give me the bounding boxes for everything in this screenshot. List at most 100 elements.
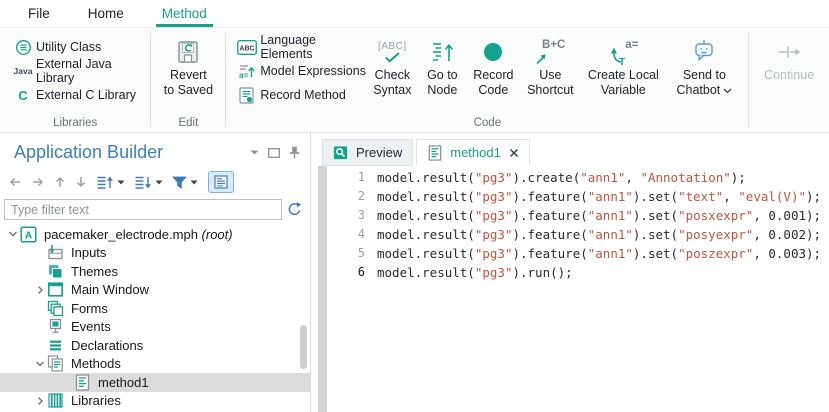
c-icon: C: [10, 88, 36, 103]
ribbon-group-libraries: Utility Class Java External Java Library…: [0, 28, 150, 132]
panel-menu-chevron-icon[interactable]: [250, 150, 259, 155]
chevron-down-icon[interactable]: [32, 359, 47, 369]
tree-item-label: Events: [71, 319, 111, 334]
record-method-button[interactable]: Record Method: [234, 83, 366, 107]
model-expressions-button[interactable]: a= Model Expressions: [234, 59, 366, 83]
chevron-right-icon[interactable]: [32, 396, 47, 406]
tab-file[interactable]: File: [24, 0, 54, 27]
libraries-icon: [47, 392, 64, 409]
editor-tab-bar: Preview method1: [312, 133, 829, 166]
check-syntax-label1: Check: [375, 68, 410, 83]
collapse-all-button[interactable]: [134, 172, 152, 192]
tree-item-themes[interactable]: Themes: [0, 262, 310, 281]
sidebar-scrollbar-thumb[interactable]: [300, 325, 307, 369]
move-up-icon[interactable]: [54, 172, 66, 192]
back-arrow-icon[interactable]: [8, 172, 22, 192]
tree-item-declarations[interactable]: Declarations: [0, 336, 310, 355]
application-builder-panel: Application Builder: [0, 133, 311, 412]
method-doc-icon: [74, 374, 91, 391]
create-local-variable-label2: Variable: [601, 83, 646, 98]
events-icon: [47, 318, 64, 335]
language-elements-icon: ABC: [234, 40, 260, 55]
declarations-icon: [47, 337, 64, 354]
code-line-6[interactable]: 6model.result("pg3").run();: [327, 263, 829, 282]
float-window-icon[interactable]: [268, 148, 280, 158]
utility-class-button[interactable]: Utility Class: [10, 35, 150, 59]
tab-preview[interactable]: Preview: [322, 139, 413, 166]
tree-item-methods[interactable]: Methods: [0, 355, 310, 374]
language-elements-label: Language Elements: [260, 33, 366, 61]
external-java-library-button[interactable]: Java External Java Library: [10, 59, 150, 83]
forward-arrow-icon[interactable]: [31, 172, 45, 192]
use-shortcut-icon: B+C: [534, 35, 566, 68]
record-code-label2: Code: [478, 83, 508, 98]
method-doc-icon: [427, 144, 444, 161]
line-number: 1: [327, 168, 377, 187]
create-local-variable-icon: a=T: [607, 35, 639, 68]
model-expressions-icon: a=: [234, 63, 260, 80]
panel-toolbar: [0, 163, 310, 193]
external-c-library-button[interactable]: C External C Library: [10, 83, 150, 107]
tab-home[interactable]: Home: [84, 0, 128, 27]
tab-method1[interactable]: method1: [416, 139, 530, 166]
expand-all-button[interactable]: [96, 172, 114, 192]
code-line-5[interactable]: 5model.result("pg3").feature("ann1").set…: [327, 244, 829, 263]
expand-all-dropdown-icon[interactable]: [117, 172, 125, 192]
code-lines[interactable]: 1model.result("pg3").create("ann1", "Ann…: [327, 168, 829, 282]
filter-icon[interactable]: [172, 172, 187, 192]
tree-item-forms[interactable]: Forms: [0, 299, 310, 318]
code-line-1[interactable]: 1model.result("pg3").create("ann1", "Ann…: [327, 168, 829, 187]
refresh-icon[interactable]: [282, 202, 306, 217]
use-shortcut-label2: Shortcut: [527, 83, 574, 98]
chatbot-icon: [691, 35, 717, 68]
create-local-variable-label1: Create Local: [588, 68, 659, 83]
tree-item-inputs[interactable]: Inputs: [0, 244, 310, 263]
methods-icon: [47, 355, 64, 372]
pin-icon[interactable]: [289, 146, 300, 159]
code-line-2[interactable]: 2model.result("pg3").feature("ann1").set…: [327, 187, 829, 206]
language-elements-button[interactable]: ABC Language Elements: [234, 35, 366, 59]
filter-input[interactable]: [4, 199, 282, 220]
svg-text:a=: a=: [239, 71, 248, 80]
code-group-label: Code: [226, 117, 748, 129]
record-method-label: Record Method: [260, 88, 345, 102]
code-text: model.result("pg3").feature("ann1").set(…: [377, 206, 821, 225]
java-icon: Java: [10, 66, 36, 76]
line-number: 6: [327, 263, 377, 282]
line-number: 2: [327, 187, 377, 206]
revert-label-line1: Revert: [170, 68, 207, 83]
continue-button[interactable]: Continue: [764, 28, 814, 132]
tree-item-events[interactable]: Events: [0, 318, 310, 337]
tree-item-pacemaker-electrode-mph[interactable]: Apacemaker_electrode.mph (root): [0, 225, 310, 244]
send-to-chatbot-label2: Chatbot: [676, 83, 732, 98]
code-editor[interactable]: 1model.result("pg3").create("ann1", "Ann…: [312, 166, 829, 412]
code-text: model.result("pg3").feature("ann1").set(…: [377, 244, 821, 263]
app-root-icon: A: [20, 226, 37, 243]
chevron-right-icon[interactable]: [32, 285, 47, 295]
code-line-4[interactable]: 4model.result("pg3").feature("ann1").set…: [327, 225, 829, 244]
show-report-toggle-button[interactable]: [208, 171, 234, 193]
ribbon-tab-bar: File Home Method: [0, 0, 829, 28]
tree-item-main-window[interactable]: Main Window: [0, 281, 310, 300]
collapse-all-dropdown-icon[interactable]: [155, 172, 163, 192]
line-number: 4: [327, 225, 377, 244]
code-text: model.result("pg3").run();: [377, 263, 573, 282]
close-icon[interactable]: [509, 148, 519, 158]
external-java-library-label: External Java Library: [36, 57, 150, 85]
tree-item-label: Forms: [71, 301, 108, 316]
forms-icon: [47, 300, 64, 317]
chevron-down-icon[interactable]: [5, 229, 20, 239]
move-down-icon[interactable]: [75, 172, 87, 192]
filter-dropdown-icon[interactable]: [190, 172, 198, 192]
method1-tab-label: method1: [450, 145, 501, 160]
method-editor: Preview method1 1model.result("pg3").cre…: [312, 133, 829, 412]
continue-icon: [777, 35, 801, 68]
tree-item-label: Declarations: [71, 338, 143, 353]
record-code-label1: Record: [473, 68, 513, 83]
chevron-down-icon: [723, 83, 732, 98]
tree-item-method1[interactable]: method1: [0, 373, 310, 392]
code-line-3[interactable]: 3model.result("pg3").feature("ann1").set…: [327, 206, 829, 225]
tree-item-libraries[interactable]: Libraries: [0, 392, 310, 411]
record-code-icon: [482, 35, 504, 68]
tab-method[interactable]: Method: [158, 0, 211, 27]
